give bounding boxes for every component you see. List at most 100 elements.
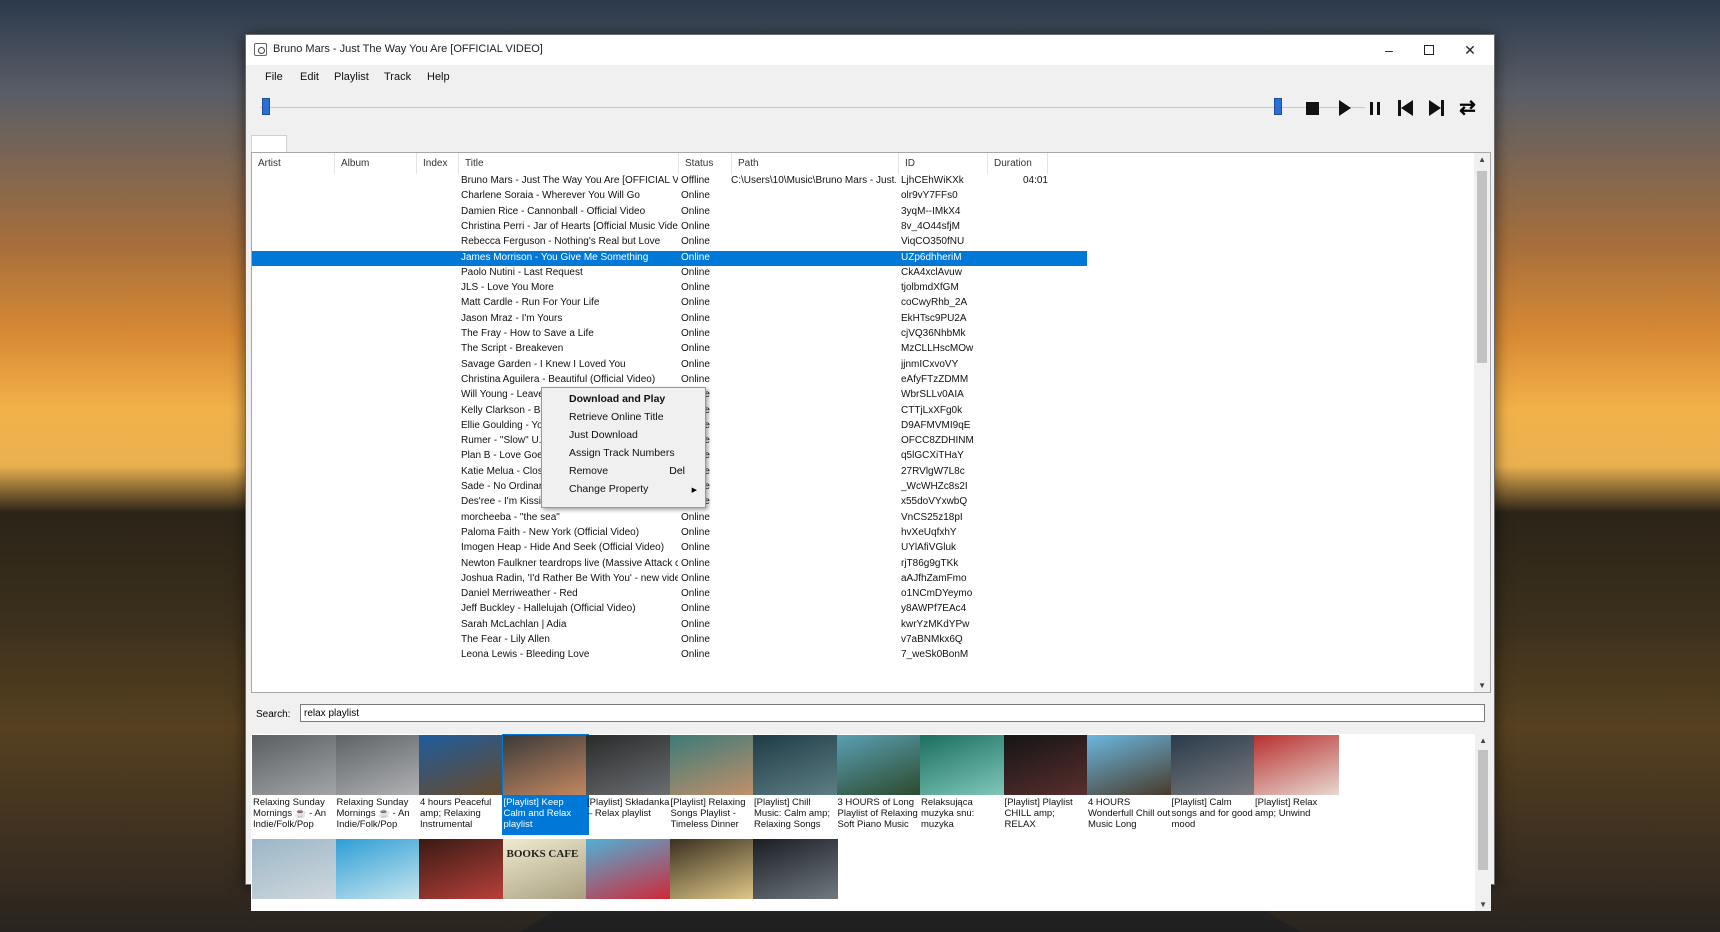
- track-list[interactable]: Artist Album Index Title Status Path ID …: [251, 152, 1491, 693]
- result-tile[interactable]: [585, 838, 672, 911]
- playlist-tab[interactable]: [251, 135, 287, 153]
- results-scroll-thumb[interactable]: [1478, 750, 1488, 870]
- track-row[interactable]: Joshua Radin, 'I'd Rather Be With You' -…: [252, 572, 1087, 587]
- close-button[interactable]: ✕: [1450, 35, 1490, 65]
- video-thumbnail: [335, 735, 421, 795]
- result-tile[interactable]: Relaksująca muzyka snu: muzyka: [919, 734, 1006, 835]
- result-tile[interactable]: [251, 838, 338, 911]
- track-row[interactable]: The Script - Breakeven Online MzCLLHscMOw: [252, 342, 1087, 357]
- result-tile[interactable]: 3 HOURS of Long Playlist of Relaxing Sof…: [836, 734, 923, 835]
- scroll-up-icon[interactable]: ▲: [1478, 155, 1486, 164]
- repeat-button[interactable]: ⇄: [1454, 95, 1481, 121]
- track-row[interactable]: Jeff Buckley - Hallelujah (Official Vide…: [252, 602, 1087, 617]
- result-tile[interactable]: [Playlist] Składanka – Relax playlist: [585, 734, 672, 835]
- result-title: [671, 901, 755, 911]
- track-row[interactable]: Matt Cardle - Run For Your Life Online coC…: [252, 296, 1087, 311]
- track-row[interactable]: The Fray - How to Save a Life Online cjVQ3…: [252, 327, 1087, 342]
- volume-slider-thumb[interactable]: [1274, 98, 1282, 115]
- window-title: Bruno Mars - Just The Way You Are [OFFIC…: [273, 43, 543, 55]
- track-row[interactable]: Bruno Mars - Just The Way You Are [OFFIC…: [252, 174, 1087, 189]
- stop-button[interactable]: [1299, 95, 1326, 121]
- track-row[interactable]: Imogen Heap - Hide And Seek (Official Vi…: [252, 541, 1087, 556]
- track-row[interactable]: The Fear - Lily Allen Online v7aBNMkx6Q: [252, 633, 1087, 648]
- track-row[interactable]: Daniel Merriweather - Red Online o1NCmDYey…: [252, 587, 1087, 602]
- result-tile[interactable]: BOOKS CAFE: [502, 838, 589, 911]
- column-album[interactable]: Album: [335, 153, 417, 174]
- menu-track[interactable]: Track: [384, 71, 411, 83]
- minimize-icon: –: [1385, 42, 1393, 58]
- result-tile[interactable]: [669, 838, 756, 911]
- track-row[interactable]: JLS - Love You More Online tjolbmdXfGM: [252, 281, 1087, 296]
- track-row[interactable]: Sarah McLachlan | Adia Online kwrYzMKdYPw: [252, 618, 1087, 633]
- previous-button[interactable]: [1392, 95, 1419, 121]
- column-artist[interactable]: Artist: [252, 153, 335, 174]
- column-index[interactable]: Index: [417, 153, 459, 174]
- track-row[interactable]: Savage Garden - I Knew I Loved You Online…: [252, 358, 1087, 373]
- result-title: 4 hours Peaceful amp; Relaxing Instrumen…: [420, 797, 492, 830]
- track-row[interactable]: Christina Perri - Jar of Hearts [Officia…: [252, 220, 1087, 235]
- column-id[interactable]: ID: [899, 153, 988, 174]
- track-row[interactable]: Damien Rice - Cannonball - Official Vide…: [252, 205, 1087, 220]
- ctx-just-download[interactable]: Just Download: [569, 429, 638, 441]
- search-input[interactable]: [300, 704, 1485, 722]
- pause-button[interactable]: [1361, 95, 1388, 121]
- list-scroll-thumb[interactable]: [1477, 171, 1487, 363]
- track-row[interactable]: Christina Aguilera - Beautiful (Official…: [252, 373, 1087, 388]
- track-row[interactable]: James Morrison - You Give Me Something On…: [252, 250, 1087, 266]
- ctx-retrieve-online-title[interactable]: Retrieve Online Title: [569, 411, 664, 423]
- track-id: UYlAfiVGluk: [901, 542, 957, 554]
- menu-help[interactable]: Help: [427, 71, 450, 83]
- result-tile[interactable]: [Playlist] Chill Music: Calm amp; Relaxi…: [752, 734, 839, 835]
- column-title[interactable]: Title: [459, 153, 679, 174]
- menu-edit[interactable]: Edit: [300, 71, 319, 83]
- track-row[interactable]: morcheeba - "the sea" Online VnCS25z18pI: [252, 511, 1087, 526]
- ctx-download-and-play[interactable]: Download and Play: [569, 393, 665, 405]
- result-tile[interactable]: [Playlist] Calm songs and for good mood: [1170, 734, 1257, 835]
- column-status[interactable]: Status: [679, 153, 732, 174]
- ctx-assign-track-numbers[interactable]: Assign Track Numbers: [569, 447, 675, 459]
- column-duration[interactable]: Duration: [988, 153, 1048, 174]
- results-scroll-down-icon[interactable]: ▼: [1479, 900, 1487, 909]
- track-id: WbrSLLv0AIA: [901, 389, 964, 401]
- track-row[interactable]: Charlene Soraia - Wherever You Will Go On…: [252, 189, 1087, 204]
- seek-slider-thumb[interactable]: [262, 98, 270, 115]
- track-title: Charlene Soraia - Wherever You Will Go: [461, 190, 640, 202]
- video-thumbnail: [753, 735, 838, 795]
- menu-playlist[interactable]: Playlist: [334, 71, 369, 83]
- result-tile[interactable]: 4 hours Peaceful amp; Relaxing Instrumen…: [418, 734, 505, 835]
- results-scrollbar[interactable]: ▲ ▼: [1475, 734, 1491, 911]
- result-tile[interactable]: [Playlist] Relaxing Songs Playlist - Tim…: [669, 734, 756, 835]
- track-status: Online: [681, 236, 710, 248]
- track-row[interactable]: Newton Faulkner teardrops live (Massive …: [252, 557, 1087, 572]
- scroll-down-icon[interactable]: ▼: [1478, 681, 1486, 690]
- track-row[interactable]: Paloma Faith - New York (Official Video)…: [252, 526, 1087, 541]
- track-row[interactable]: Leona Lewis - Bleeding Love Online 7_weSk0…: [252, 648, 1087, 663]
- result-tile[interactable]: [418, 838, 505, 911]
- next-button[interactable]: [1423, 95, 1450, 121]
- track-title: Matt Cardle - Run For Your Life: [461, 297, 600, 309]
- result-tile[interactable]: 4 HOURS Wonderfull Chill out Music Long: [1086, 734, 1173, 835]
- ctx-change-property[interactable]: Change Property: [569, 483, 648, 495]
- ctx-remove[interactable]: Remove: [569, 465, 608, 477]
- track-row[interactable]: Rebecca Ferguson - Nothing's Real but Lo…: [252, 235, 1087, 250]
- results-scroll-up-icon[interactable]: ▲: [1479, 736, 1487, 745]
- result-tile[interactable]: [335, 838, 422, 911]
- video-thumbnail: [836, 735, 922, 795]
- result-tile[interactable]: Relaxing Sunday Mornings ☕ - An Indie/Fo…: [251, 734, 338, 835]
- list-scrollbar[interactable]: ▲ ▼: [1474, 153, 1490, 692]
- result-tile[interactable]: [Playlist] Keep Calm and Relax playlist: [501, 734, 589, 835]
- play-button[interactable]: [1330, 95, 1357, 121]
- menu-file[interactable]: File: [265, 71, 283, 83]
- track-row[interactable]: Jason Mraz - I'm Yours Online EkHTsc9PU2A: [252, 312, 1087, 327]
- minimize-button[interactable]: –: [1369, 35, 1409, 65]
- title-bar[interactable]: Bruno Mars - Just The Way You Are [OFFIC…: [246, 35, 1494, 65]
- result-tile[interactable]: [752, 838, 839, 911]
- result-tile[interactable]: [Playlist] Relax amp; Unwind: [1253, 734, 1340, 835]
- track-row[interactable]: Paolo Nutini - Last Request Online CkA4xcl…: [252, 266, 1087, 281]
- track-status: Online: [681, 358, 710, 370]
- result-tile[interactable]: [Playlist] Playlist CHILL amp; RELAX: [1003, 734, 1090, 835]
- seek-track[interactable]: [260, 107, 1365, 108]
- result-tile[interactable]: Relaxing Sunday Mornings ☕ - An Indie/Fo…: [335, 734, 422, 835]
- column-path[interactable]: Path: [732, 153, 899, 174]
- maximize-button[interactable]: [1409, 35, 1449, 65]
